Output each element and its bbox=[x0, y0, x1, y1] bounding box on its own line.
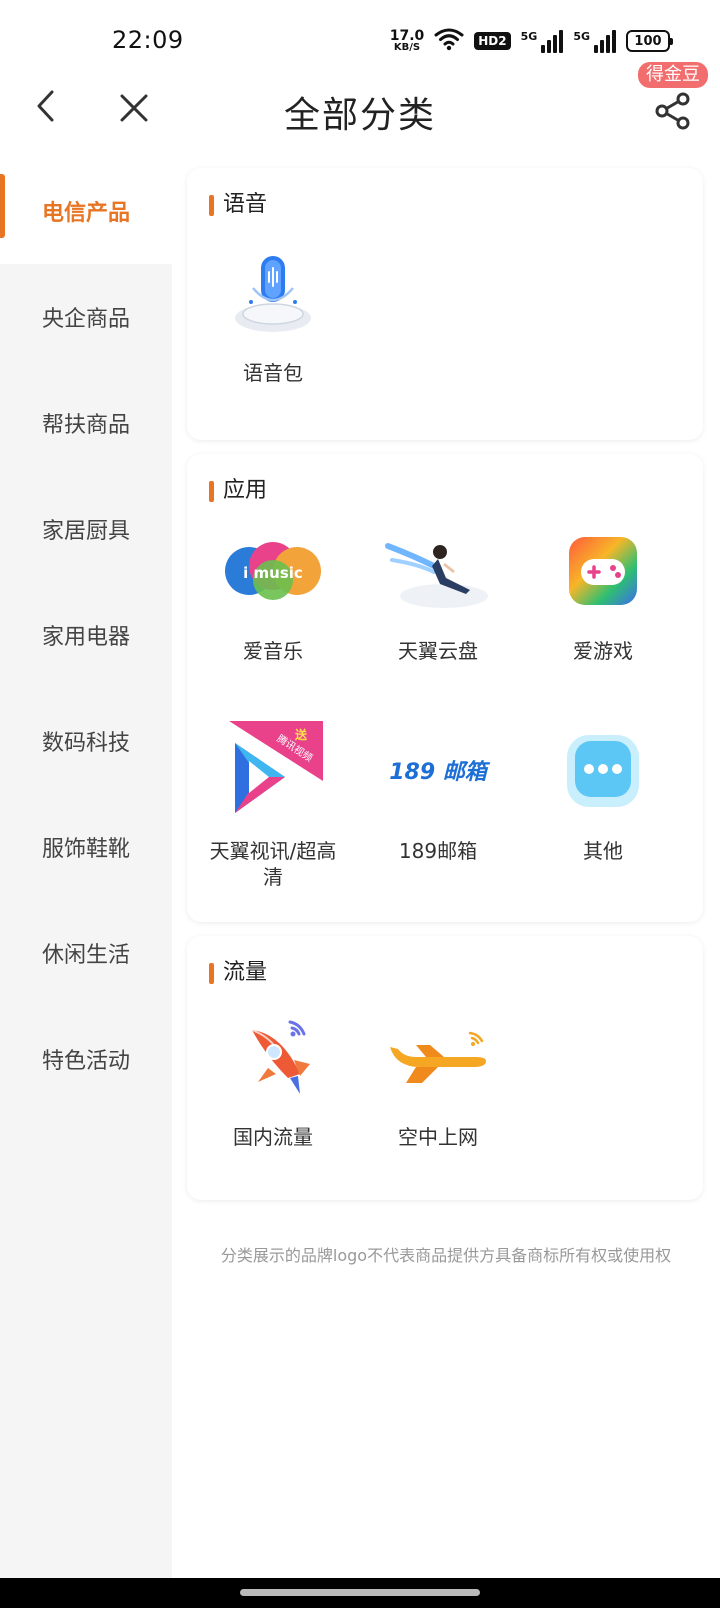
sidebar-item-label: 休闲生活 bbox=[41, 943, 130, 968]
sidebar-item-label: 数码科技 bbox=[41, 731, 130, 756]
tile-inflight-internet[interactable]: 空中上网 bbox=[363, 1002, 513, 1150]
share-icon bbox=[655, 92, 690, 130]
sidebar-item-label: 服饰鞋靴 bbox=[41, 837, 130, 862]
cloud-disk-icon bbox=[383, 516, 493, 626]
home-indicator[interactable] bbox=[240, 1589, 480, 1596]
sidebar-item-label: 家居厨具 bbox=[41, 519, 130, 544]
brand-disclaimer: 分类展示的品牌logo不代表商品提供方具备商标所有权或使用权 bbox=[220, 1246, 672, 1265]
signal-5g-icon-2: 5G bbox=[573, 29, 616, 53]
page-title: 全部分类 bbox=[283, 95, 436, 136]
imusic-logo-text: i music bbox=[243, 564, 303, 582]
more-icon bbox=[548, 716, 658, 826]
network-speed: 17.0 KB/S bbox=[390, 29, 425, 53]
section-traffic: 流量 国内流量 空中上网 bbox=[187, 936, 703, 1200]
section-title: 应用 bbox=[209, 478, 267, 504]
gold-beans-badge[interactable]: 得金豆 bbox=[638, 62, 708, 88]
sidebar-item-leisure[interactable]: 休闲生活 bbox=[0, 900, 172, 1006]
mail-189-icon: 189 邮箱 bbox=[383, 716, 493, 826]
microphone-icon bbox=[218, 238, 328, 348]
tile-label: 国内流量 bbox=[233, 1125, 313, 1149]
tile-label: 189邮箱 bbox=[398, 839, 478, 863]
sidebar-item-label: 特色活动 bbox=[41, 1049, 130, 1074]
battery-icon: 100 bbox=[626, 30, 673, 52]
sidebar-item-appliances[interactable]: 家用电器 bbox=[0, 582, 172, 688]
tile-189-mail[interactable]: 189 邮箱 189邮箱 bbox=[363, 716, 513, 864]
sidebar-item-label: 央企商品 bbox=[41, 307, 130, 332]
section-title: 流量 bbox=[209, 960, 267, 986]
gamepad-icon bbox=[548, 516, 658, 626]
network-speed-unit: KB/S bbox=[393, 42, 421, 53]
airplane-wifi-icon bbox=[383, 1002, 493, 1112]
section-voice: 语音 语音包 bbox=[187, 168, 703, 440]
mail-189-logo-text: 189 邮箱 bbox=[389, 759, 491, 785]
hd-voice-badge: HD2 bbox=[474, 32, 511, 50]
sidebar-item-telecom[interactable]: 电信产品 bbox=[0, 158, 172, 264]
video-ribbon-top: 送 bbox=[294, 727, 308, 742]
video-play-icon: 送 腾讯视频 bbox=[218, 716, 328, 826]
sidebar-item-label: 家用电器 bbox=[41, 625, 130, 650]
tile-label: 空中上网 bbox=[398, 1125, 478, 1149]
tile-label: 爱游戏 bbox=[573, 639, 633, 663]
status-icons: 17.0 KB/S HD2 5G 5G 100 bbox=[390, 24, 673, 58]
imusic-icon: i music bbox=[218, 516, 328, 626]
tile-other[interactable]: 其他 bbox=[528, 716, 678, 864]
sidebar-item-home-kitchen[interactable]: 家居厨具 bbox=[0, 476, 172, 582]
sidebar-item-support-goods[interactable]: 帮扶商品 bbox=[0, 370, 172, 476]
tile-label: 天翼视讯/超高清 bbox=[209, 839, 337, 889]
tile-imusic[interactable]: i music 爱音乐 bbox=[198, 516, 348, 664]
signal-5g-label-2: 5G bbox=[573, 29, 590, 43]
signal-5g-icon: 5G bbox=[520, 29, 564, 53]
section-title: 语音 bbox=[209, 192, 267, 218]
sidebar-item-label: 帮扶商品 bbox=[41, 413, 130, 438]
wifi-icon bbox=[434, 27, 464, 55]
tile-label: 语音包 bbox=[243, 361, 303, 385]
sidebar-item-soe-goods[interactable]: 央企商品 bbox=[0, 264, 172, 370]
status-time: 22:09 bbox=[112, 26, 184, 54]
tile-voice-pack[interactable]: 语音包 bbox=[198, 238, 348, 386]
network-speed-value: 17.0 bbox=[389, 28, 425, 44]
signal-5g-label: 5G bbox=[520, 29, 538, 43]
tile-tianyi-video[interactable]: 送 腾讯视频 天翼视讯/超高清 bbox=[198, 716, 348, 890]
tile-label: 爱音乐 bbox=[243, 639, 303, 663]
tile-label: 天翼云盘 bbox=[398, 639, 478, 663]
category-content: 语音 语音包 应用 i music 爱音乐 天翼云盘 爱游戏 送 腾讯视频 天翼… bbox=[172, 158, 720, 1578]
tile-ai-game[interactable]: 爱游戏 bbox=[528, 516, 678, 664]
header: 全部分类 得金豆 bbox=[0, 62, 720, 160]
tile-cloud-disk[interactable]: 天翼云盘 bbox=[363, 516, 513, 664]
sidebar-item-label: 电信产品 bbox=[41, 201, 130, 226]
sidebar-item-apparel[interactable]: 服饰鞋靴 bbox=[0, 794, 172, 900]
battery-level: 100 bbox=[634, 33, 662, 49]
sidebar-item-special-events[interactable]: 特色活动 bbox=[0, 1006, 172, 1112]
share-button[interactable] bbox=[650, 88, 696, 134]
system-nav-bar bbox=[0, 1578, 720, 1608]
rocket-icon bbox=[218, 1002, 328, 1112]
tile-label: 其他 bbox=[583, 839, 623, 863]
category-sidebar: 电信产品 央企商品 帮扶商品 家居厨具 家用电器 数码科技 服饰鞋靴 休闲生活 … bbox=[0, 158, 172, 1578]
sidebar-item-digital[interactable]: 数码科技 bbox=[0, 688, 172, 794]
section-apps: 应用 i music 爱音乐 天翼云盘 爱游戏 送 腾讯视频 天翼视讯/超高清 … bbox=[187, 454, 703, 922]
tile-domestic-data[interactable]: 国内流量 bbox=[198, 1002, 348, 1150]
